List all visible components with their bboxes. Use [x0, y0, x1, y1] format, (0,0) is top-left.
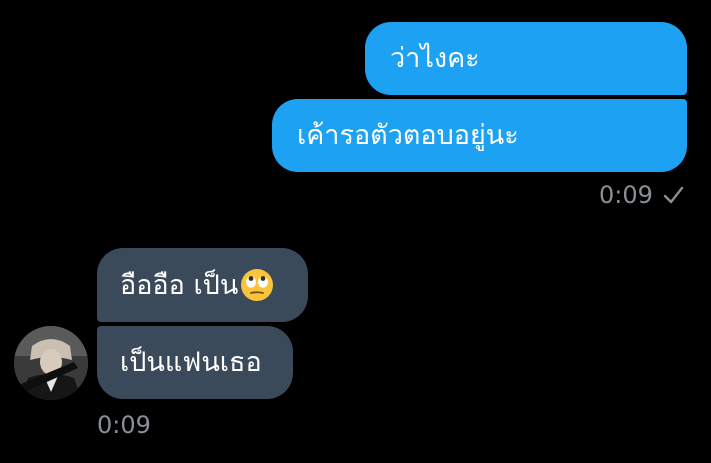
incoming-timestamp: 0:09	[97, 411, 151, 439]
message-text: อืออือ เป็น	[120, 269, 239, 301]
outgoing-message-bubble[interactable]: เค้ารอตัวตอบอยู่นะ	[272, 99, 687, 172]
message-text: ว่าไงคะ	[390, 43, 480, 74]
message-text: เป็นแฟนเธอ	[120, 347, 262, 378]
avatar[interactable]	[14, 326, 88, 400]
incoming-message-bubble[interactable]: อืออือ เป็น	[97, 248, 308, 322]
outgoing-message-bubble[interactable]: ว่าไงคะ	[365, 22, 687, 95]
rolling-eyes-emoji-icon	[240, 268, 274, 302]
message-text: เค้ารอตัวตอบอยู่นะ	[297, 120, 519, 151]
incoming-message-bubble[interactable]: เป็นแฟนเธอ	[97, 326, 293, 399]
check-icon	[661, 183, 685, 207]
outgoing-timestamp: 0:09	[599, 181, 653, 209]
